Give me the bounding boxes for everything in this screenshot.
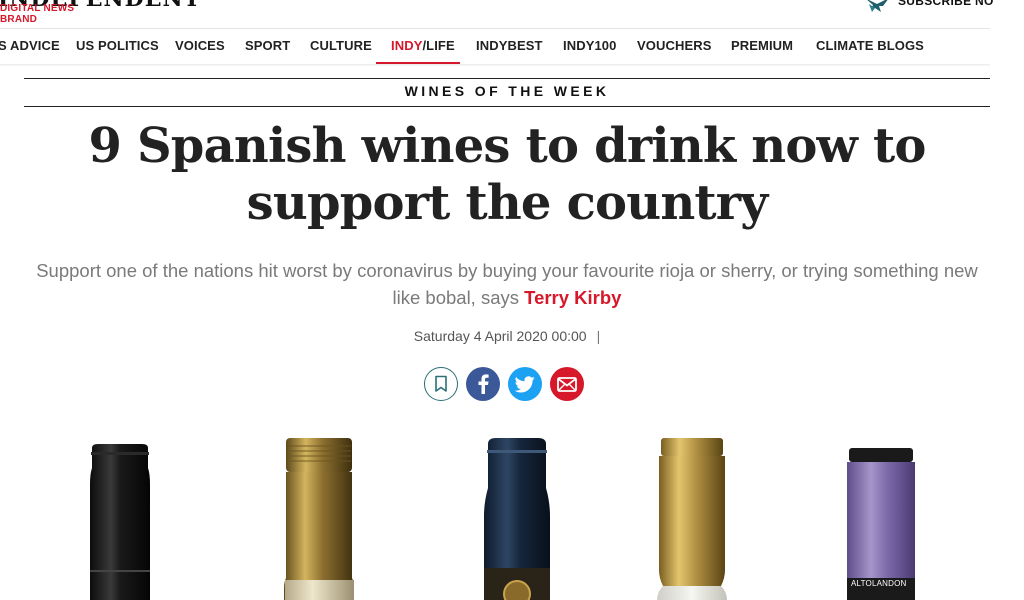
nav-item-advice[interactable]: S ADVICE	[0, 38, 60, 53]
facebook-icon	[478, 374, 489, 394]
logo-tagline: DIGITAL NEWS BRAND	[0, 3, 75, 25]
subscribe-link[interactable]: SUBSCRIBE NO	[898, 0, 994, 8]
nav-item-premium[interactable]: PREMIUM	[731, 38, 793, 53]
wine-bottle-purple-capsule: ALTOLANDON	[847, 448, 915, 600]
nav-item-culture[interactable]: CULTURE	[310, 38, 372, 53]
wine-bottle-clear-gold-capsule	[657, 438, 727, 600]
bookmark-button[interactable]	[424, 367, 458, 401]
site-logo[interactable]: INDEPENDENT DIGITAL NEWS BRAND	[0, 0, 200, 25]
nav-item-indy100[interactable]: INDY100	[563, 38, 616, 53]
section-rule-top	[24, 78, 990, 79]
standfirst-text: Support one of the nations hit worst by …	[36, 260, 978, 308]
twitter-icon	[515, 375, 535, 392]
wine-bottle-dark-seal	[484, 438, 550, 600]
article-dateline: Saturday 4 April 2020 00:00 |	[300, 328, 714, 344]
nav-item-us-politics[interactable]: US POLITICS	[76, 38, 159, 53]
facebook-share-button[interactable]	[466, 367, 500, 401]
nav-item-climate-blogs[interactable]: CLIMATE BLOGS	[816, 38, 924, 53]
eagle-icon	[867, 0, 888, 12]
bookmark-icon	[435, 375, 447, 392]
nav-divider	[0, 64, 990, 66]
nav-item-indy-life[interactable]: INDY/LIFE	[391, 38, 455, 53]
nav-item-sport[interactable]: SPORT	[245, 38, 290, 53]
section-rule-bottom	[24, 106, 990, 107]
nav-item-indy-life-label-a: INDY	[391, 38, 423, 53]
bottle-label-text: ALTOLANDON	[851, 579, 907, 588]
main-nav: S ADVICE US POLITICS VOICES SPORT CULTUR…	[0, 28, 990, 65]
author-link[interactable]: Terry Kirby	[524, 287, 621, 308]
masthead: INDEPENDENT DIGITAL NEWS BRAND SUBSCRIBE…	[0, 0, 1024, 28]
section-label[interactable]: WINES OF THE WEEK	[24, 83, 990, 99]
nav-item-indy-life-label-b: /LIFE	[422, 38, 455, 53]
email-share-button[interactable]	[550, 367, 584, 401]
nav-item-indybest[interactable]: INDYBEST	[476, 38, 543, 53]
publish-date: Saturday 4 April 2020 00:00	[413, 328, 587, 344]
article-headline: 9 Spanish wines to drink now to support …	[88, 118, 926, 231]
nav-item-vouchers[interactable]: VOUCHERS	[637, 38, 711, 53]
wine-bottle-black	[90, 444, 150, 600]
article-standfirst: Support one of the nations hit worst by …	[20, 257, 994, 311]
email-icon	[557, 376, 577, 392]
nav-item-voices[interactable]: VOICES	[175, 38, 225, 53]
twitter-share-button[interactable]	[508, 367, 542, 401]
wine-bottle-gold-capsule	[284, 438, 354, 600]
date-separator: |	[596, 328, 601, 344]
